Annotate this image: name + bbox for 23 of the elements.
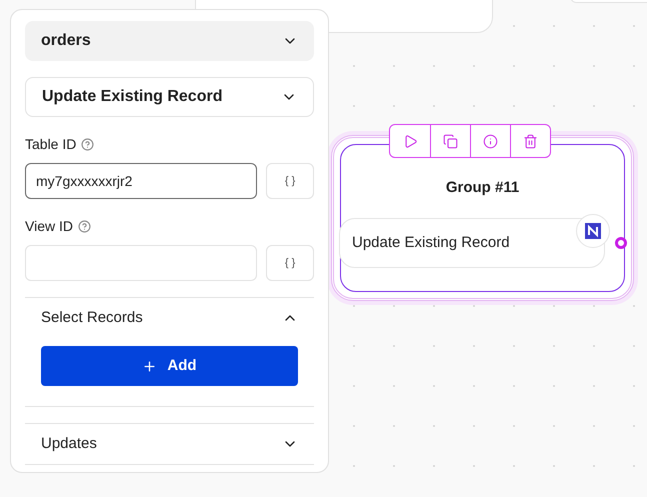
text-input[interactable] <box>25 245 258 281</box>
section-header[interactable]: Updates <box>25 424 314 464</box>
help-icon <box>81 138 94 151</box>
add-button[interactable]: Add <box>41 346 298 386</box>
variable-button[interactable]: { } <box>266 245 314 281</box>
field-label: Table ID <box>25 135 76 154</box>
action-select[interactable]: Update Existing Record <box>25 77 314 117</box>
output-handle[interactable] <box>615 237 627 249</box>
step-label: Update Existing Record <box>352 232 510 253</box>
step-card[interactable]: Update Existing Record <box>339 218 605 268</box>
help-icon <box>78 220 91 233</box>
base-select[interactable]: orders <box>25 21 314 61</box>
plus-icon <box>142 358 158 374</box>
copy-icon <box>443 134 458 148</box>
info-icon <box>483 134 498 148</box>
field-label: View ID <box>25 217 73 236</box>
variable-button[interactable]: { } <box>266 163 314 199</box>
section-header[interactable]: Select Records <box>25 298 314 338</box>
text-input[interactable]: my7gxxxxxxrjr2 <box>25 163 258 199</box>
n-logo-icon <box>585 223 601 239</box>
delete-icon <box>523 134 538 148</box>
group-title: Group #11 <box>444 178 520 198</box>
play-icon <box>402 134 418 148</box>
